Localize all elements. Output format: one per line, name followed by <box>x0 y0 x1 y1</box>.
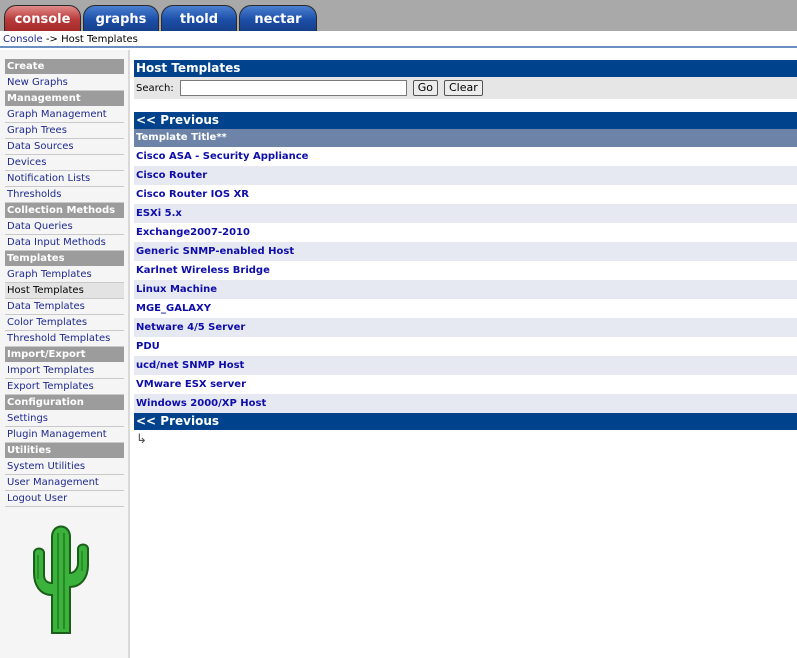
sidebar-item-data-sources[interactable]: Data Sources <box>5 139 124 155</box>
table-row[interactable]: Karlnet Wireless Bridge <box>134 261 797 280</box>
menu-header: Import/Export <box>5 347 124 362</box>
go-button[interactable]: Go <box>412 80 438 96</box>
menu-header: Create <box>5 59 124 74</box>
sidebar-item-user-management[interactable]: User Management <box>5 475 124 491</box>
previous-page-link[interactable]: << Previous <box>134 112 797 129</box>
table-row[interactable]: Cisco Router IOS XR <box>134 185 797 204</box>
menu-header: Configuration <box>5 395 124 410</box>
sidebar-item-new-graphs[interactable]: New Graphs <box>5 75 124 91</box>
sidebar-item-devices[interactable]: Devices <box>5 155 124 171</box>
tab-graphs[interactable]: graphs <box>83 5 159 31</box>
table-row[interactable]: Exchange2007-2010 <box>134 223 797 242</box>
table-row[interactable]: Generic SNMP-enabled Host <box>134 242 797 261</box>
sidebar-item-data-input-methods[interactable]: Data Input Methods <box>5 235 124 251</box>
table-row[interactable]: Windows 2000/XP Host <box>134 394 797 413</box>
sidebar-item-notification-lists[interactable]: Notification Lists <box>5 171 124 187</box>
table-row[interactable]: VMware ESX server <box>134 375 797 394</box>
menu-header: Collection Methods <box>5 203 124 218</box>
search-label: Search: <box>136 82 174 94</box>
search-bar: Search: Go Clear <box>134 77 797 99</box>
sidebar-item-logout-user[interactable]: Logout User <box>5 491 124 507</box>
table-row[interactable]: Cisco Router <box>134 166 797 185</box>
tab-thold[interactable]: thold <box>161 5 237 31</box>
sidebar-item-plugin-management[interactable]: Plugin Management <box>5 427 124 443</box>
breadcrumb-current: Host Templates <box>61 34 138 45</box>
cactus-logo-icon <box>33 525 89 634</box>
sidebar-item-export-templates[interactable]: Export Templates <box>5 379 124 395</box>
sidebar-item-host-templates[interactable]: Host Templates <box>5 283 124 299</box>
sidebar-item-system-utilities[interactable]: System Utilities <box>5 459 124 475</box>
sidebar-item-graph-management[interactable]: Graph Management <box>5 107 124 123</box>
sidebar-item-color-templates[interactable]: Color Templates <box>5 315 124 331</box>
column-header-template-title[interactable]: Template Title** <box>134 129 797 147</box>
sidebar-item-settings[interactable]: Settings <box>5 411 124 427</box>
tab-nectar[interactable]: nectar <box>239 5 317 31</box>
sidebar-item-import-templates[interactable]: Import Templates <box>5 363 124 379</box>
breadcrumb-console-link[interactable]: Console <box>3 34 43 45</box>
breadcrumb-bar: Console -> Host Templates <box>0 31 797 48</box>
menu-header: Utilities <box>5 443 124 458</box>
sidebar: Create New Graphs Management Graph Manageme… <box>0 50 130 658</box>
sidebar-item-thresholds[interactable]: Thresholds <box>5 187 124 203</box>
template-list: Cisco ASA - Security Appliance Cisco Rout… <box>134 147 797 413</box>
table-row[interactable]: ESXi 5.x <box>134 204 797 223</box>
sidebar-item-graph-templates[interactable]: Graph Templates <box>5 267 124 283</box>
sidebar-item-data-templates[interactable]: Data Templates <box>5 299 124 315</box>
previous-page-link-bottom[interactable]: << Previous <box>134 413 797 430</box>
sidebar-menu: Create New Graphs Management Graph Manageme… <box>5 59 124 507</box>
sidebar-item-threshold-templates[interactable]: Threshold Templates <box>5 331 124 347</box>
top-tab-bar: console graphs thold nectar <box>0 0 797 31</box>
menu-header: Management <box>5 91 124 106</box>
breadcrumb: Console -> Host Templates <box>3 34 138 45</box>
return-arrow-icon: ↳ <box>136 432 147 447</box>
tab-console[interactable]: console <box>4 5 81 31</box>
sidebar-item-data-queries[interactable]: Data Queries <box>5 219 124 235</box>
table-row[interactable]: PDU <box>134 337 797 356</box>
search-input[interactable] <box>179 80 407 96</box>
table-row[interactable]: Netware 4/5 Server <box>134 318 797 337</box>
table-row[interactable]: ucd/net SNMP Host <box>134 356 797 375</box>
main-content: Host Templates Search: Go Clear << Previ… <box>134 60 797 450</box>
table-row[interactable]: Linux Machine <box>134 280 797 299</box>
page-title: Host Templates <box>134 60 797 77</box>
clear-button[interactable]: Clear <box>444 80 483 96</box>
table-row[interactable]: MGE_GALAXY <box>134 299 797 318</box>
breadcrumb-separator: -> <box>42 34 62 45</box>
menu-header: Templates <box>5 251 124 266</box>
sidebar-item-graph-trees[interactable]: Graph Trees <box>5 123 124 139</box>
table-row[interactable]: Cisco ASA - Security Appliance <box>134 147 797 166</box>
